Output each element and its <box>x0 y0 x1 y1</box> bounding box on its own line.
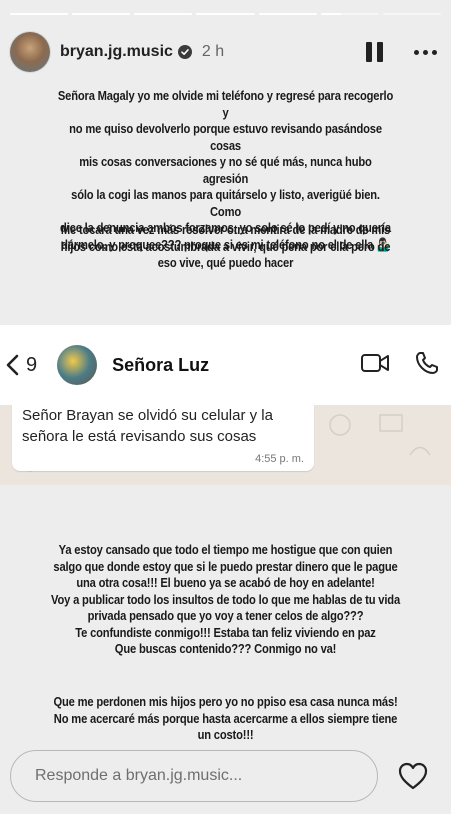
post-time: 2 h <box>201 43 225 60</box>
story-text-line: eso vive, qué puedo hacer <box>157 255 294 270</box>
story-text-line: salgo que donde estoy que si le puedo pr… <box>53 558 398 574</box>
username[interactable]: bryan.jg.music <box>60 43 173 61</box>
story-text-2: Me tocará una vez más resolver otra ment… <box>57 222 393 272</box>
heart-icon[interactable] <box>398 762 428 790</box>
chat-header: 9 Señora Luz <box>0 325 451 405</box>
story-text-line: Ya estoy cansado que todo el tiempo me h… <box>58 542 393 557</box>
story-text-4: Que me perdonen mis hijos pero yo no ppi… <box>49 694 402 744</box>
story-text-line: Que me perdonen mis hijos pero yo no ppi… <box>53 694 398 709</box>
story-text-line: No me acercaré más porque hasta acercarm… <box>53 710 398 726</box>
story-text-line: Te confundiste conmigo!!! Estaba tan fel… <box>75 624 376 640</box>
reply-placeholder: Responde a bryan.jg.music... <box>35 767 243 784</box>
story-text-line: Me tocará una vez más resolver otra ment… <box>60 222 391 237</box>
story-text-3: Ya estoy cansado que todo el tiempo me h… <box>49 542 402 658</box>
pause-icon[interactable] <box>366 42 384 62</box>
story-text-line: sólo la cogi las manos para quitárselo y… <box>71 187 380 219</box>
story-text-line: privada pensado que yo voy a tener celos… <box>87 608 364 623</box>
contact-avatar[interactable] <box>57 345 98 385</box>
progress-segment <box>320 13 379 15</box>
contact-name[interactable]: Señora Luz <box>112 355 209 376</box>
story-text-line: Señora Magaly yo me olvide mi teléfono y… <box>57 88 394 120</box>
avatar[interactable] <box>10 32 50 72</box>
reply-input[interactable]: Responde a bryan.jg.music... <box>10 750 378 802</box>
video-call-icon[interactable] <box>361 353 389 378</box>
story-header: bryan.jg.music 2 h <box>10 30 441 74</box>
story-text-line: una otra cosa!!! El bueno ya se acabó de… <box>76 575 375 590</box>
progress-segment <box>72 13 131 15</box>
chat-screenshot: 9 Señora Luz Señor Brayan se olvidó su c… <box>0 325 451 485</box>
story-text-line: hijos como esta acostumbrada a vivir, qu… <box>60 238 391 254</box>
chevron-left-icon[interactable] <box>2 353 22 377</box>
progress-segment <box>196 13 255 15</box>
message-text: Señor Brayan se olvidó su celular y la s… <box>22 407 273 445</box>
story-text-line: un costo!!! <box>197 727 254 742</box>
phone-call-icon[interactable] <box>415 351 439 380</box>
unread-count: 9 <box>26 353 38 376</box>
more-icon[interactable] <box>414 49 437 55</box>
message-bubble[interactable]: Señor Brayan se olvidó su celular y la s… <box>12 397 314 471</box>
story-text-line: Voy a publicar todo los insultos de todo… <box>50 591 400 607</box>
progress-segment <box>382 13 441 15</box>
progress-segment <box>10 13 69 15</box>
story-progress-bar <box>10 13 441 15</box>
message-time: 4:55 p. m. <box>255 453 304 465</box>
story-text-line: Que buscas contenido??? Conmigo no va! <box>114 641 337 656</box>
progress-segment <box>134 13 193 15</box>
verified-badge-icon <box>177 45 192 59</box>
story-text-line: no me quiso devolverlo porque estuvo rev… <box>69 121 382 153</box>
story-text-line: mis cosas conversaciones y no sé qué más… <box>79 154 372 186</box>
progress-segment <box>258 13 317 15</box>
